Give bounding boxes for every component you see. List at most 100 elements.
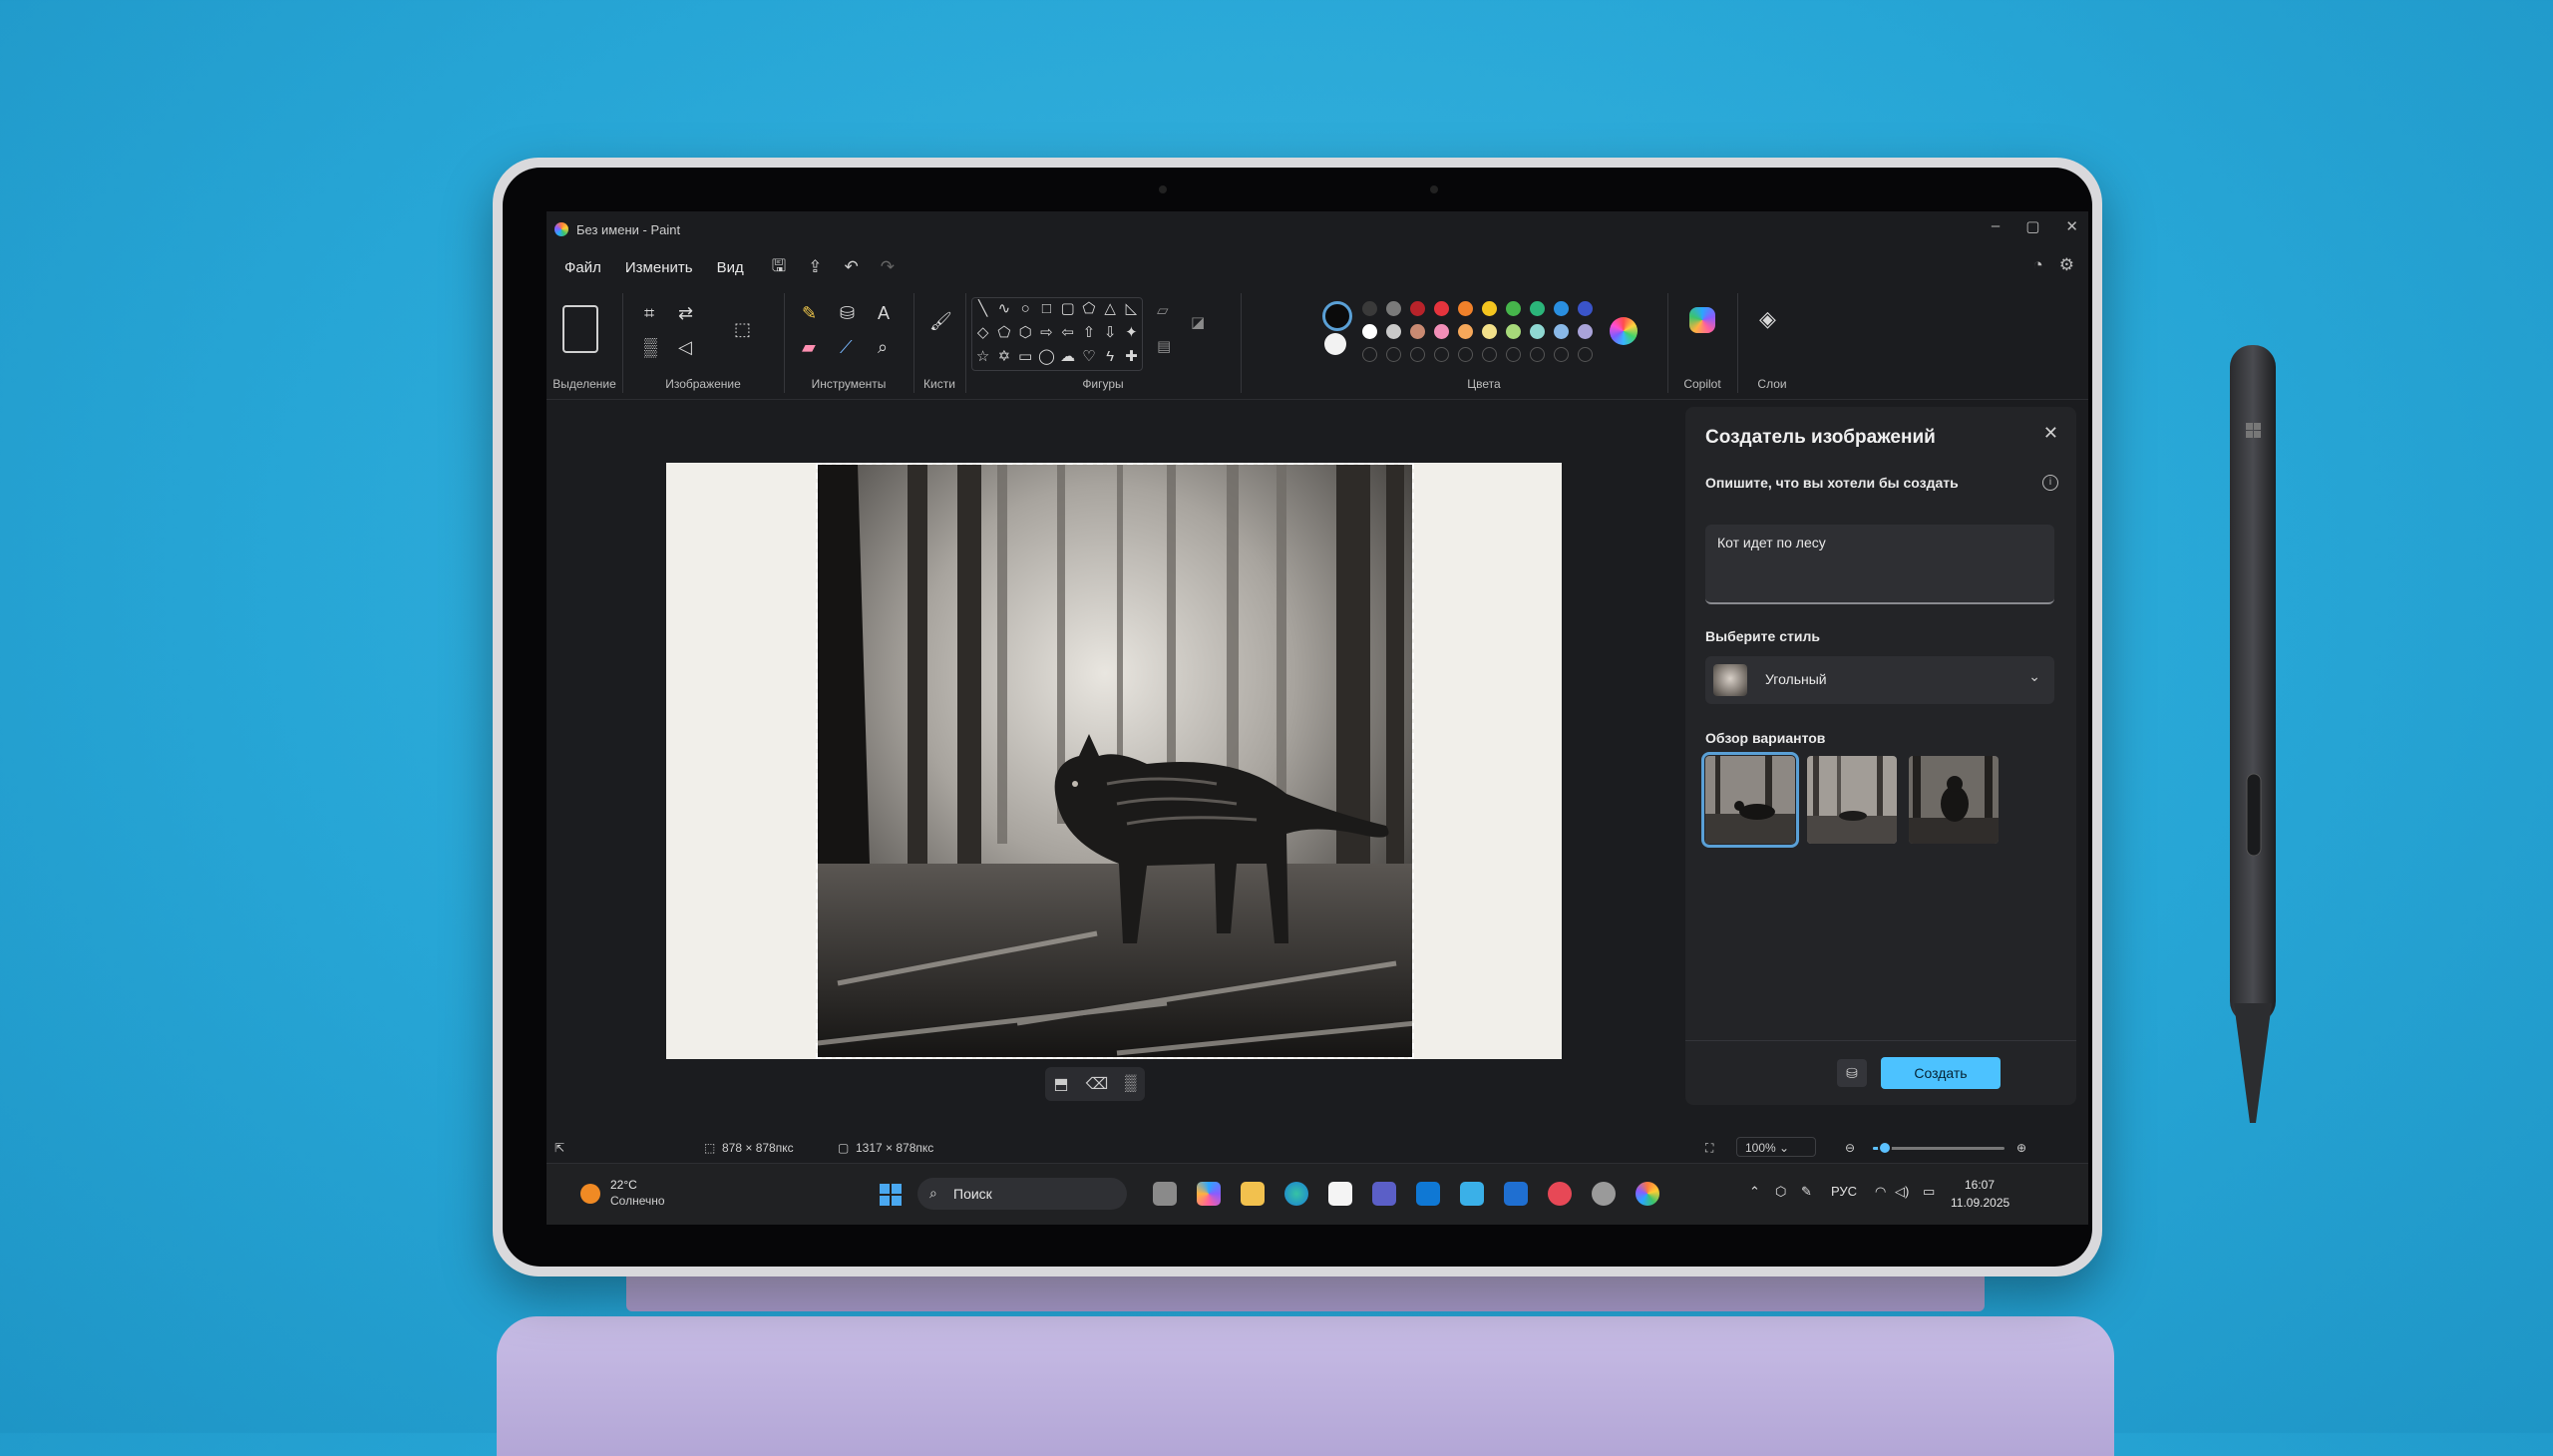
custom-color-slot[interactable] [1458,347,1473,362]
custom-color-slot[interactable] [1554,347,1569,362]
shape-fill-icon[interactable]: ◪ [1191,313,1205,333]
copilot-icon[interactable] [1689,307,1715,333]
shape-size-icon[interactable]: ▤ [1157,337,1171,357]
zoom-in-icon[interactable]: ⊕ [2016,1141,2026,1155]
save-icon[interactable]: 🖫 [772,253,786,282]
primary-color-swatch[interactable] [1322,301,1352,331]
shapes-gallery[interactable]: ╲ ∿ ○ □ ▢ ⬠ △ ◺ ◇ ⬠ ⬡ ⇨ ⇦ ⇧ ⇩ ✦ ☆ ✡ ▭ ◯ ☁ ♡ ϟ ✚ [971,297,1143,371]
arrow-left-shape-icon[interactable]: ⇦ [1057,322,1078,346]
arrow-down-shape-icon[interactable]: ⇩ [1100,322,1121,346]
wifi-icon[interactable]: ◠ [1875,1184,1886,1200]
arrow-right-shape-icon[interactable]: ⇨ [1036,322,1057,346]
custom-color-slot[interactable] [1482,347,1497,362]
image-creator-icon[interactable]: ⬚ [734,319,751,339]
taskbar-search[interactable]: ⌕ Поиск [917,1178,1127,1210]
task-view-icon[interactable] [1153,1182,1177,1206]
polygon-shape-icon[interactable]: ⬠ [1078,298,1099,322]
pentagon-shape-icon[interactable]: ⬠ [993,322,1014,346]
custom-color-slot[interactable] [1362,347,1377,362]
zoom-out-icon[interactable]: ⊖ [1845,1141,1855,1155]
color-swatch[interactable] [1386,324,1401,339]
prompt-textarea[interactable]: Кот идет по лесу [1705,525,2054,604]
custom-color-slot[interactable] [1410,347,1425,362]
info-icon[interactable]: i [2042,475,2058,491]
custom-color-slot[interactable] [1434,347,1449,362]
layers-icon[interactable]: ◈ [1759,308,1776,330]
variant-thumbnail-2[interactable] [1807,756,1897,844]
zoom-slider[interactable] [1873,1141,2005,1155]
callout-rect-shape-icon[interactable]: ▭ [1015,346,1036,370]
color-swatch[interactable] [1554,324,1569,339]
color-swatch[interactable] [1482,324,1497,339]
resize-icon[interactable]: ⇄ [678,303,693,323]
paint-taskbar-icon[interactable] [1636,1182,1659,1206]
star4-shape-icon[interactable]: ✦ [1121,322,1142,346]
shape-outline-icon[interactable]: ▱ [1157,301,1169,321]
color-swatch[interactable] [1434,324,1449,339]
menu-file[interactable]: Файл [564,259,601,276]
right-triangle-shape-icon[interactable]: ◺ [1121,298,1142,322]
color-swatch[interactable] [1578,301,1593,316]
maximize-button[interactable]: ▢ [2025,217,2039,235]
color-swatch[interactable] [1506,301,1521,316]
menu-edit[interactable]: Изменить [625,259,693,276]
menu-view[interactable]: Вид [717,259,744,276]
variant-thumbnail-1[interactable] [1701,752,1799,848]
file-explorer-icon[interactable] [1241,1182,1265,1206]
fill-bucket-icon[interactable]: ⛁ [840,303,855,323]
copilot-taskbar-icon[interactable] [1197,1182,1221,1206]
battery-icon[interactable]: ▭ [1923,1184,1935,1200]
plus-shape-icon[interactable]: ✚ [1121,346,1142,370]
clock-time[interactable]: 16:07 [1965,1178,1995,1192]
volume-icon[interactable]: ◁) [1895,1184,1909,1200]
rounded-rect-shape-icon[interactable]: ▢ [1057,298,1078,322]
color-swatch[interactable] [1578,324,1593,339]
credits-icon[interactable]: ⛁ [1837,1059,1867,1087]
color-swatch[interactable] [1506,324,1521,339]
color-picker-icon[interactable]: ⟋ [840,337,853,357]
color-swatch[interactable] [1410,301,1425,316]
curve-shape-icon[interactable]: ∿ [993,298,1014,322]
undo-icon[interactable]: ↶ [844,257,858,277]
share-icon[interactable]: ⇪ [808,257,822,277]
edge-browser-icon[interactable] [1284,1182,1308,1206]
custom-color-slot[interactable] [1578,347,1593,362]
brush-icon[interactable]: 🖌 [929,311,952,331]
heart-shape-icon[interactable]: ♡ [1078,346,1099,370]
custom-color-slot[interactable] [1530,347,1545,362]
start-windows-icon[interactable] [880,1184,902,1206]
selection-options-icon[interactable]: ⬒ [1053,1074,1068,1094]
color-swatch[interactable] [1530,301,1545,316]
secondary-color-swatch[interactable] [1324,333,1346,355]
color-wheel-icon[interactable] [1610,317,1638,345]
photos-icon[interactable] [1460,1182,1484,1206]
close-window-button[interactable]: ✕ [2065,217,2078,235]
clock-date[interactable]: 11.09.2025 [1951,1196,2009,1210]
magnifier-icon[interactable]: ⌕ [878,337,888,357]
eraser-icon[interactable]: ▰ [802,337,816,357]
tray-app-icon[interactable]: ⬡ [1775,1184,1786,1200]
cloud-shape-icon[interactable]: ☁ [1057,346,1078,370]
create-button[interactable]: Создать [1881,1057,2001,1089]
color-swatch[interactable] [1362,324,1377,339]
generated-image-selection[interactable] [816,463,1414,1059]
weather-sun-icon[interactable] [580,1184,600,1204]
generative-erase-icon[interactable]: ⌫ [1086,1074,1109,1094]
pen-menu-icon[interactable]: ✎ [1801,1184,1812,1200]
pencil-icon[interactable]: ✎ [802,303,817,323]
settings-taskbar-icon[interactable] [1592,1182,1616,1206]
diamond-shape-icon[interactable]: ◇ [972,322,993,346]
media-app-icon[interactable] [1548,1182,1572,1206]
triangle-shape-icon[interactable]: △ [1100,298,1121,322]
custom-color-slot[interactable] [1506,347,1521,362]
close-icon[interactable]: ✕ [2043,423,2058,444]
arrow-up-shape-icon[interactable]: ⇧ [1078,322,1099,346]
app-icon[interactable] [1504,1182,1528,1206]
teams-icon[interactable] [1372,1182,1396,1206]
selection-tool-icon[interactable] [562,305,598,353]
color-swatch[interactable] [1386,301,1401,316]
color-swatch[interactable] [1482,301,1497,316]
color-swatch[interactable] [1434,301,1449,316]
color-swatch[interactable] [1362,301,1377,316]
star5-shape-icon[interactable]: ☆ [972,346,993,370]
